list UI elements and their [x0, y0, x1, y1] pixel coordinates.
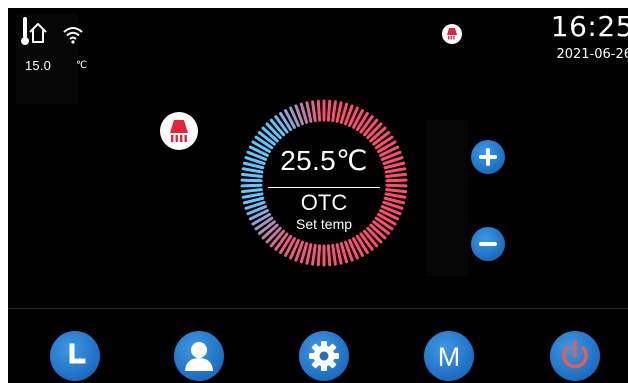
heater-icon [442, 24, 462, 44]
settings-button[interactable] [299, 331, 349, 381]
power-icon [562, 340, 588, 369]
user-icon [185, 342, 213, 371]
user-button[interactable] [174, 331, 224, 381]
heater-mode-icon[interactable] [160, 112, 198, 150]
clock-date: 2021-06-26 [556, 47, 628, 62]
adjust-panel [426, 120, 468, 276]
dial-divider [268, 187, 380, 188]
gear-icon [309, 341, 339, 371]
mode-label: Set temp [295, 216, 353, 232]
clock-icon [69, 343, 86, 364]
bottom-nav: M [8, 309, 628, 383]
device-screen: 15.0 ℃ 16:25 2021-06-26 25.5℃ OTC Set te… [8, 8, 628, 383]
power-button[interactable] [550, 331, 600, 381]
wifi-icon [63, 27, 83, 44]
mode-button[interactable]: M [424, 331, 474, 381]
decrease-temp-button[interactable] [471, 227, 505, 261]
increase-temp-button[interactable] [471, 140, 505, 174]
home-icon [29, 23, 47, 43]
outside-temperature-unit: ℃ [76, 60, 88, 71]
schedule-button[interactable] [50, 331, 100, 381]
status-panel: 15.0 ℃ [16, 14, 87, 104]
clock-time: 16:25 [550, 10, 628, 43]
outside-temperature: 15.0 [25, 58, 52, 73]
mode-code: OTC [300, 190, 348, 215]
dial-readout: 25.5℃ OTC Set temp [240, 99, 408, 267]
set-temperature: 25.5℃ [280, 145, 368, 176]
mode-icon: M [437, 342, 461, 372]
